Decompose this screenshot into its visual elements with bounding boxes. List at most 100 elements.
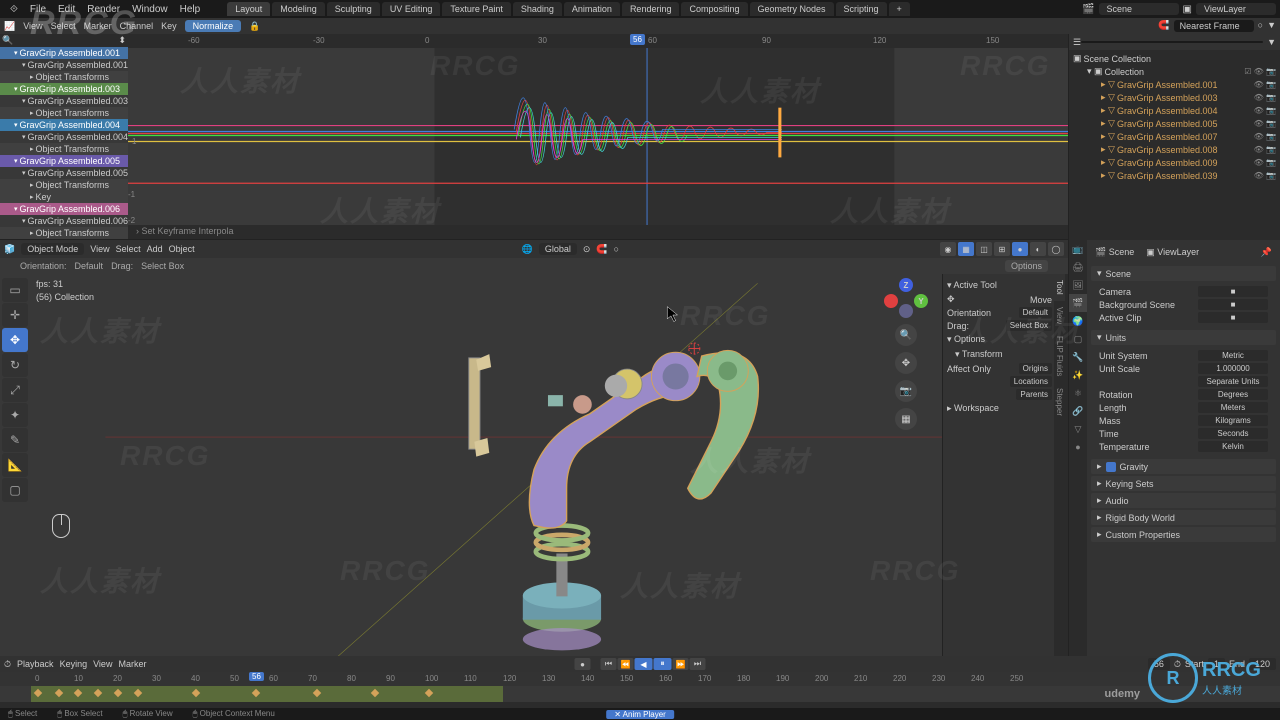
menu-file[interactable]: File bbox=[24, 4, 52, 15]
channel-transform[interactable]: ▸Object Transforms bbox=[0, 227, 128, 239]
channel-item[interactable]: ▾GravGrip Assembled.001 bbox=[0, 47, 128, 59]
timeline-type-icon[interactable]: ⏱ bbox=[4, 659, 11, 670]
tab-uv[interactable]: UV Editing bbox=[382, 2, 441, 16]
rendered-shading-icon[interactable]: ◯ bbox=[1048, 242, 1064, 256]
prop-particles-icon[interactable]: ✨ bbox=[1069, 366, 1087, 384]
lock-icon[interactable]: 🔒 bbox=[249, 21, 260, 32]
tab-modeling[interactable]: Modeling bbox=[272, 2, 325, 16]
tab-scripting[interactable]: Scripting bbox=[836, 2, 887, 16]
props-scene-tab[interactable]: 🎬 Scene bbox=[1095, 246, 1134, 259]
overlay-icon[interactable]: ▦ bbox=[958, 242, 974, 256]
prop-scene-icon[interactable]: 🎬 bbox=[1069, 294, 1087, 312]
channel-action[interactable]: ▾GravGrip Assembled.004Action bbox=[0, 131, 128, 143]
tab-layout[interactable]: Layout bbox=[227, 2, 270, 16]
unit-scale-field[interactable]: 1.000000 bbox=[1198, 363, 1268, 374]
blender-icon[interactable]: ⟐ bbox=[4, 4, 24, 15]
tab-rendering[interactable]: Rendering bbox=[622, 2, 680, 16]
proportional-icon[interactable]: ○ bbox=[614, 244, 619, 254]
prev-key-icon[interactable]: ⏪ bbox=[618, 658, 634, 670]
audio-panel-header[interactable]: ▸ Audio bbox=[1091, 493, 1276, 508]
tab-geonodes[interactable]: Geometry Nodes bbox=[750, 2, 834, 16]
custom-panel-header[interactable]: ▸ Custom Properties bbox=[1091, 527, 1276, 542]
outliner-item[interactable]: ▸ ▽ GravGrip Assembled.039👁 📷 bbox=[1071, 169, 1278, 182]
xray-icon[interactable]: ◫ bbox=[976, 242, 992, 256]
graph-menu-view[interactable]: View bbox=[23, 21, 42, 31]
channel-item[interactable]: ▾GravGrip Assembled.006 bbox=[0, 203, 128, 215]
drag-field[interactable]: Select Box bbox=[1006, 320, 1052, 331]
filter-icon[interactable]: ▼ bbox=[1267, 37, 1276, 47]
unit-system-field[interactable]: Metric bbox=[1198, 350, 1268, 361]
cursor-tool-icon[interactable]: ✛ bbox=[2, 303, 28, 327]
graph-menu-key[interactable]: Key bbox=[161, 21, 177, 31]
collapse-icon[interactable]: ⬍ bbox=[118, 35, 126, 46]
viewlayer-selector[interactable]: ViewLayer bbox=[1196, 3, 1276, 15]
menu-edit[interactable]: Edit bbox=[52, 4, 81, 15]
props-viewlayer-tab[interactable]: ▣ ViewLayer bbox=[1146, 246, 1199, 259]
tl-menu-keying[interactable]: Keying bbox=[60, 659, 88, 669]
annotate-tool-icon[interactable]: ✎ bbox=[2, 428, 28, 452]
tab-texpaint[interactable]: Texture Paint bbox=[442, 2, 511, 16]
npanel-tab-view[interactable]: View bbox=[1054, 301, 1065, 330]
snap-mode[interactable]: Nearest Frame bbox=[1174, 20, 1254, 32]
timeline-ruler[interactable]: 0 10 20 30 40 50 60 70 80 90 100 110 120… bbox=[0, 672, 1280, 686]
channel-key[interactable]: ▸Key bbox=[0, 191, 128, 203]
timeline-track[interactable] bbox=[0, 686, 1280, 702]
addcube-tool-icon[interactable]: ▢ bbox=[2, 478, 28, 502]
channel-list[interactable]: 🔍 ⬍ ▾GravGrip Assembled.001 ▾GravGrip Ass… bbox=[0, 34, 128, 239]
sub-orientation[interactable]: Default bbox=[75, 261, 104, 271]
gizmo-visibility-icon[interactable]: ◉ bbox=[940, 242, 956, 256]
outliner-type-icon[interactable]: ☰ bbox=[1073, 37, 1081, 48]
outliner-item[interactable]: ▸ ▽ GravGrip Assembled.003👁 📷 bbox=[1071, 91, 1278, 104]
move-view-icon[interactable]: ✥ bbox=[895, 352, 917, 374]
affect-locations[interactable]: Locations bbox=[1010, 376, 1052, 387]
npanel-tab-stepper[interactable]: Stepper bbox=[1054, 382, 1065, 422]
jump-end-icon[interactable]: ⏭ bbox=[690, 658, 706, 670]
menu-help[interactable]: Help bbox=[174, 4, 207, 15]
affect-origins[interactable]: Origins bbox=[1019, 363, 1052, 374]
outliner-item[interactable]: ▸ ▽ GravGrip Assembled.007👁 📷 bbox=[1071, 130, 1278, 143]
graph-menu-channel[interactable]: Channel bbox=[120, 21, 154, 31]
search-icon[interactable]: 🔍 bbox=[2, 35, 13, 46]
navigation-gizmo[interactable]: Z Y bbox=[886, 278, 926, 318]
npanel-tab-flip[interactable]: FLIP Fluids bbox=[1054, 330, 1065, 382]
bgscene-field[interactable]: ■ bbox=[1198, 299, 1268, 310]
temperature-field[interactable]: Kelvin bbox=[1198, 441, 1268, 452]
prop-material-icon[interactable]: ● bbox=[1069, 438, 1087, 456]
tab-add[interactable]: + bbox=[889, 2, 910, 16]
zoom-icon[interactable]: 🔍 bbox=[895, 324, 917, 346]
prop-viewlayer-icon[interactable]: 🖼 bbox=[1069, 276, 1087, 294]
active-tool-section[interactable]: ▾ Active Tool bbox=[947, 278, 1052, 293]
workspace-section[interactable]: ▸ Workspace bbox=[947, 401, 1052, 416]
prop-output-icon[interactable]: 🖨 bbox=[1069, 258, 1087, 276]
outliner-scene-collection[interactable]: ▣ Scene Collection bbox=[1071, 52, 1278, 65]
filter-icon[interactable]: ▼ bbox=[1267, 20, 1276, 32]
rotation-field[interactable]: Degrees bbox=[1198, 389, 1268, 400]
outliner-item[interactable]: ▸ ▽ GravGrip Assembled.004👁 📷 bbox=[1071, 104, 1278, 117]
outliner-search[interactable] bbox=[1081, 41, 1263, 43]
play-reverse-icon[interactable]: ◀ bbox=[635, 658, 653, 670]
graph-playhead[interactable]: 56 bbox=[630, 34, 645, 45]
pivot-icon[interactable]: ⊙ bbox=[583, 244, 591, 255]
chevron-right-icon[interactable]: › bbox=[136, 226, 139, 236]
outliner-item[interactable]: ▸ ▽ GravGrip Assembled.009👁 📷 bbox=[1071, 156, 1278, 169]
next-key-icon[interactable]: ⏩ bbox=[673, 658, 689, 670]
channel-transform[interactable]: ▸Object Transforms bbox=[0, 71, 128, 83]
pin-icon[interactable]: 📌 bbox=[1261, 247, 1272, 258]
vp-menu-select[interactable]: Select bbox=[116, 244, 141, 254]
vp-menu-view[interactable]: View bbox=[90, 244, 109, 254]
scene-selector[interactable]: Scene bbox=[1099, 3, 1179, 15]
graph-menu-marker[interactable]: Marker bbox=[84, 21, 112, 31]
menu-render[interactable]: Render bbox=[81, 4, 126, 15]
solid-shading-icon[interactable]: ● bbox=[1012, 242, 1028, 256]
keying-panel-header[interactable]: ▸ Keying Sets bbox=[1091, 476, 1276, 491]
rigid-panel-header[interactable]: ▸ Rigid Body World bbox=[1091, 510, 1276, 525]
prop-object-icon[interactable]: ▢ bbox=[1069, 330, 1087, 348]
move-tool-icon[interactable]: ✥ bbox=[2, 328, 28, 352]
transform-tool-icon[interactable]: ✦ bbox=[2, 403, 28, 427]
scene-panel-header[interactable]: ▾ Scene bbox=[1091, 266, 1276, 281]
outliner-collection[interactable]: ▾ ▣ Collection☑ 👁 📷 bbox=[1071, 65, 1278, 78]
transform-section[interactable]: ▾ Transform bbox=[947, 347, 1052, 362]
mode-selector[interactable]: Object Mode bbox=[21, 243, 84, 255]
tab-animation[interactable]: Animation bbox=[564, 2, 620, 16]
tab-compositing[interactable]: Compositing bbox=[681, 2, 747, 16]
